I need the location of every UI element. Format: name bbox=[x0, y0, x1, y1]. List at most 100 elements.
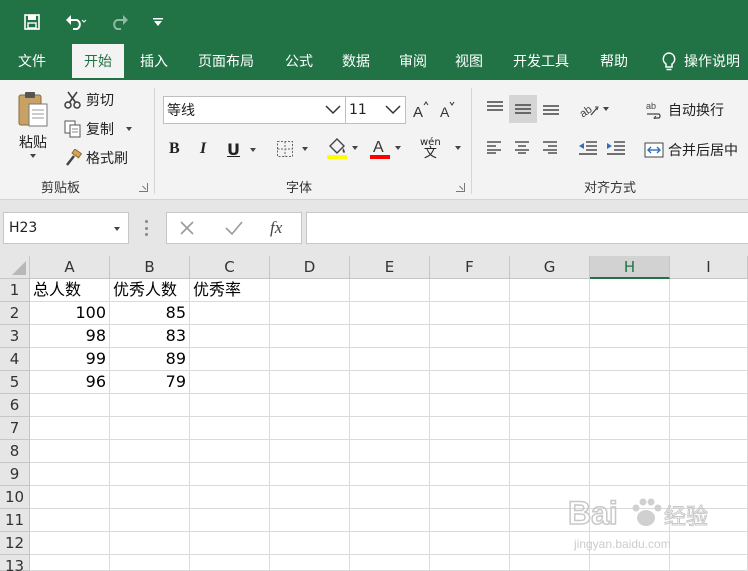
tab-home[interactable]: 开始 bbox=[72, 44, 124, 80]
empty-cell[interactable] bbox=[30, 394, 110, 417]
empty-cell[interactable] bbox=[350, 325, 430, 348]
empty-cell[interactable] bbox=[670, 486, 748, 509]
empty-cell[interactable] bbox=[590, 348, 670, 371]
empty-cell[interactable] bbox=[670, 394, 748, 417]
empty-cell[interactable] bbox=[590, 394, 670, 417]
empty-cell[interactable] bbox=[590, 302, 670, 325]
empty-cell[interactable] bbox=[190, 417, 270, 440]
empty-cell[interactable] bbox=[670, 555, 748, 571]
align-left-icon[interactable] bbox=[486, 140, 502, 154]
empty-cell[interactable] bbox=[670, 371, 748, 394]
column-header-e[interactable]: E bbox=[350, 256, 430, 279]
empty-cell[interactable] bbox=[510, 302, 590, 325]
empty-cell[interactable] bbox=[350, 371, 430, 394]
column-header-i[interactable]: I bbox=[670, 256, 748, 279]
empty-cell[interactable] bbox=[670, 325, 748, 348]
empty-cell[interactable] bbox=[590, 509, 670, 532]
empty-cell[interactable] bbox=[270, 509, 350, 532]
empty-cell[interactable] bbox=[590, 486, 670, 509]
clipboard-launcher-icon[interactable] bbox=[139, 183, 148, 192]
row-header-11[interactable]: 11 bbox=[0, 509, 30, 532]
empty-cell[interactable] bbox=[430, 463, 510, 486]
tab-file[interactable]: 文件 bbox=[6, 44, 58, 80]
empty-cell[interactable] bbox=[110, 463, 190, 486]
row-header-9[interactable]: 9 bbox=[0, 463, 30, 486]
tab-view[interactable]: 视图 bbox=[443, 44, 495, 80]
bold-button[interactable]: B bbox=[169, 140, 180, 158]
empty-cell[interactable] bbox=[670, 302, 748, 325]
column-header-g[interactable]: G bbox=[510, 256, 590, 279]
empty-cell[interactable] bbox=[190, 486, 270, 509]
increase-font-size-icon[interactable]: A bbox=[413, 100, 429, 118]
empty-cell[interactable] bbox=[590, 325, 670, 348]
tab-insert[interactable]: 插入 bbox=[128, 44, 180, 80]
borders-button[interactable] bbox=[276, 140, 308, 158]
empty-cell[interactable] bbox=[190, 348, 270, 371]
merge-center-button[interactable]: 合并后居中 bbox=[644, 140, 738, 160]
empty-cell[interactable] bbox=[270, 417, 350, 440]
empty-cell[interactable] bbox=[190, 325, 270, 348]
empty-cell[interactable] bbox=[350, 532, 430, 555]
row-header-10[interactable]: 10 bbox=[0, 486, 30, 509]
empty-cell[interactable] bbox=[270, 463, 350, 486]
cell-b4[interactable]: 89 bbox=[110, 348, 190, 371]
empty-cell[interactable] bbox=[190, 394, 270, 417]
column-header-f[interactable]: F bbox=[430, 256, 510, 279]
empty-cell[interactable] bbox=[590, 279, 670, 302]
font-name-select[interactable]: 等线 bbox=[163, 96, 346, 124]
empty-cell[interactable] bbox=[430, 509, 510, 532]
tab-help[interactable]: 帮助 bbox=[588, 44, 640, 80]
empty-cell[interactable] bbox=[590, 532, 670, 555]
empty-cell[interactable] bbox=[350, 486, 430, 509]
empty-cell[interactable] bbox=[430, 486, 510, 509]
empty-cell[interactable] bbox=[510, 532, 590, 555]
empty-cell[interactable] bbox=[270, 440, 350, 463]
row-header-5[interactable]: 5 bbox=[0, 371, 30, 394]
cut-button[interactable]: 剪切 bbox=[64, 90, 114, 110]
empty-cell[interactable] bbox=[350, 417, 430, 440]
cell-b3[interactable]: 83 bbox=[110, 325, 190, 348]
empty-cell[interactable] bbox=[670, 463, 748, 486]
empty-cell[interactable] bbox=[590, 371, 670, 394]
empty-cell[interactable] bbox=[510, 279, 590, 302]
italic-button[interactable]: I bbox=[200, 140, 206, 158]
empty-cell[interactable] bbox=[590, 463, 670, 486]
empty-cell[interactable] bbox=[270, 394, 350, 417]
empty-cell[interactable] bbox=[430, 279, 510, 302]
empty-cell[interactable] bbox=[270, 325, 350, 348]
row-header-7[interactable]: 7 bbox=[0, 417, 30, 440]
empty-cell[interactable] bbox=[510, 463, 590, 486]
empty-cell[interactable] bbox=[430, 532, 510, 555]
align-middle-icon[interactable] bbox=[509, 95, 537, 123]
empty-cell[interactable] bbox=[270, 555, 350, 571]
empty-cell[interactable] bbox=[110, 555, 190, 571]
empty-cell[interactable] bbox=[670, 440, 748, 463]
empty-cell[interactable] bbox=[110, 532, 190, 555]
empty-cell[interactable] bbox=[670, 279, 748, 302]
undo-icon[interactable] bbox=[58, 10, 94, 34]
empty-cell[interactable] bbox=[350, 555, 430, 571]
empty-cell[interactable] bbox=[670, 417, 748, 440]
fill-color-button[interactable] bbox=[326, 136, 358, 160]
confirm-check-icon[interactable] bbox=[225, 220, 243, 236]
align-center-icon[interactable] bbox=[514, 140, 530, 154]
empty-cell[interactable] bbox=[590, 440, 670, 463]
empty-cell[interactable] bbox=[190, 463, 270, 486]
empty-cell[interactable] bbox=[510, 555, 590, 571]
empty-cell[interactable] bbox=[110, 486, 190, 509]
empty-cell[interactable] bbox=[190, 509, 270, 532]
column-header-c[interactable]: C bbox=[190, 256, 270, 279]
cell-a5[interactable]: 96 bbox=[30, 371, 110, 394]
decrease-font-size-icon[interactable]: A bbox=[440, 100, 456, 118]
tell-me-search[interactable]: 操作说明 bbox=[650, 44, 748, 80]
insert-function-button[interactable]: fx bbox=[270, 218, 282, 238]
select-all-button[interactable] bbox=[0, 256, 30, 279]
empty-cell[interactable] bbox=[110, 440, 190, 463]
decrease-indent-icon[interactable] bbox=[578, 140, 598, 156]
column-header-b[interactable]: B bbox=[110, 256, 190, 279]
empty-cell[interactable] bbox=[510, 417, 590, 440]
cell-a3[interactable]: 98 bbox=[30, 325, 110, 348]
empty-cell[interactable] bbox=[270, 486, 350, 509]
redo-icon[interactable] bbox=[104, 10, 140, 34]
empty-cell[interactable] bbox=[510, 348, 590, 371]
